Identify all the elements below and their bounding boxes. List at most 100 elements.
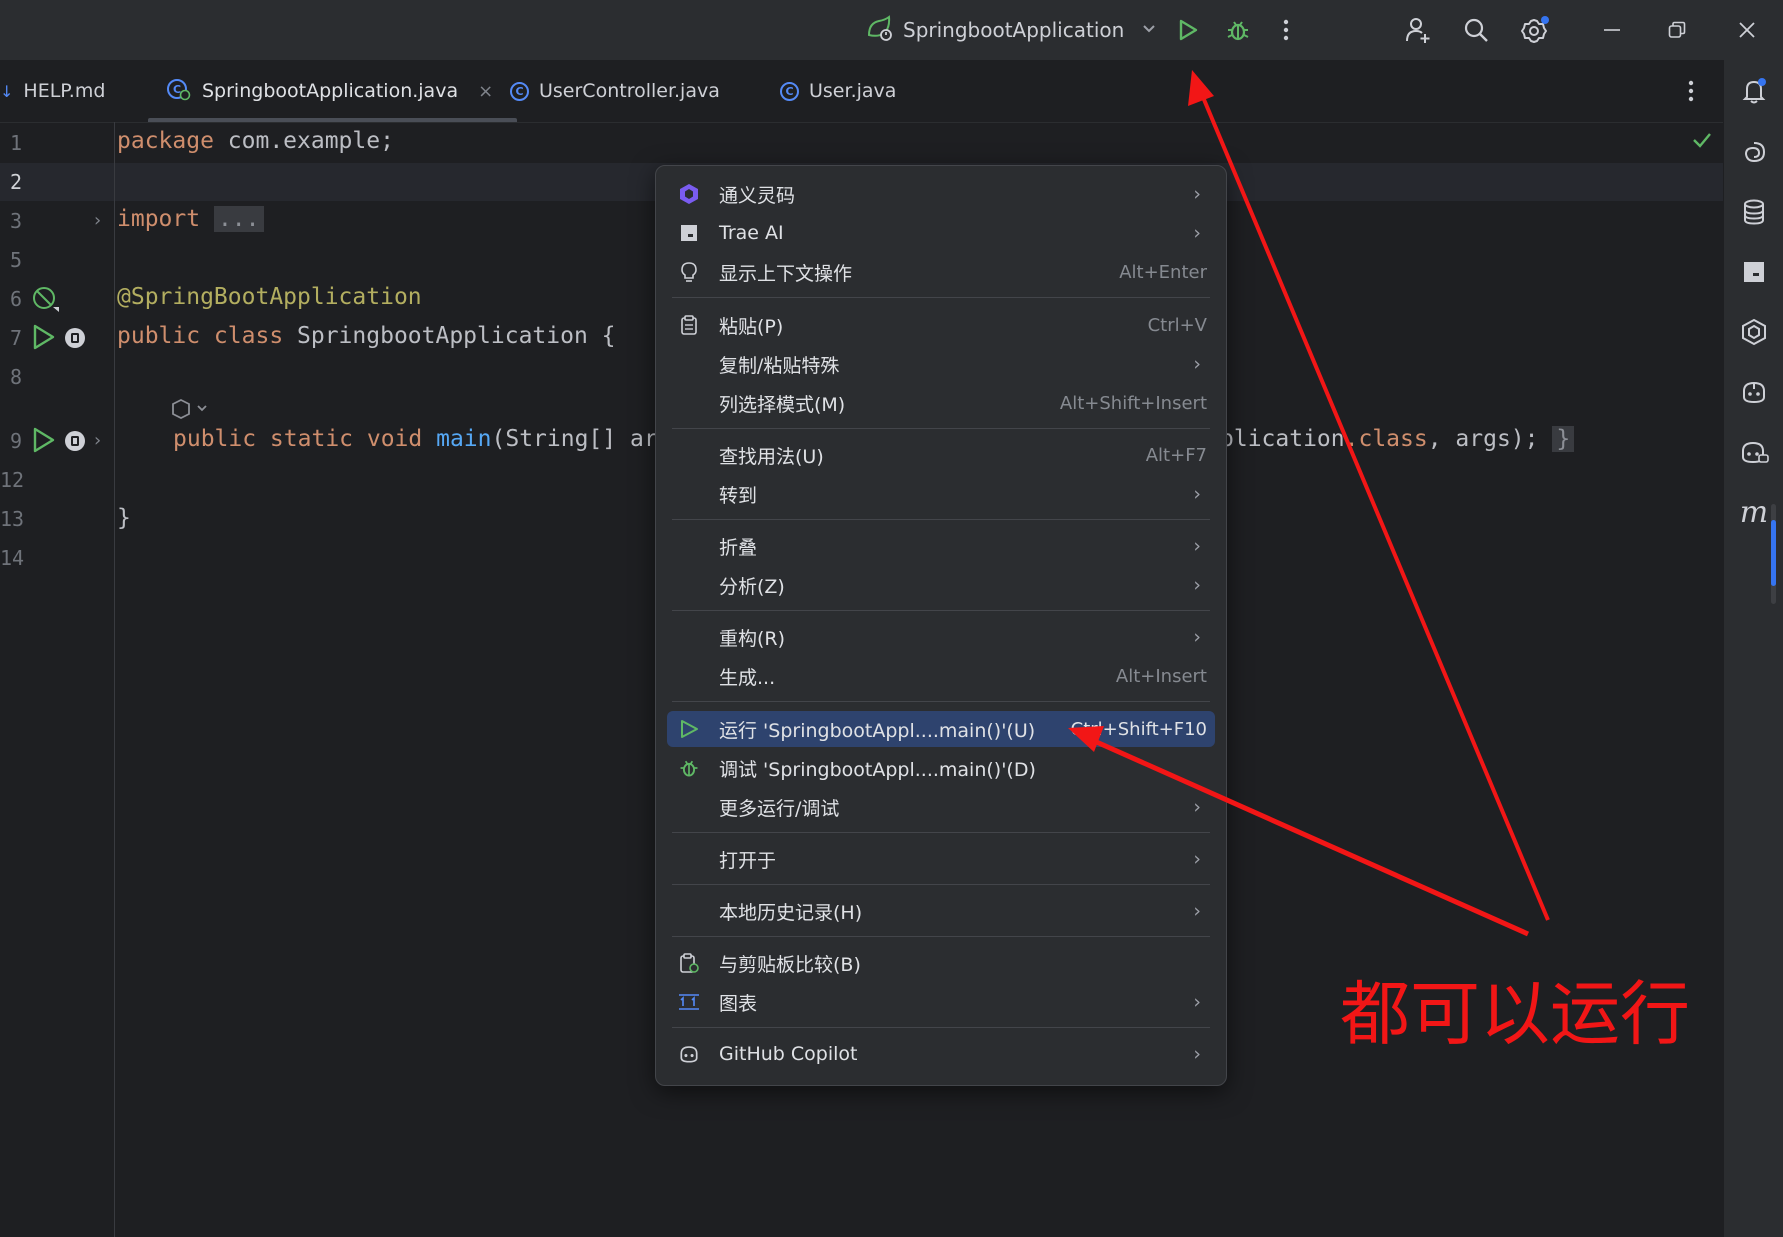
- menu-item-github-copilot[interactable]: GitHub Copilot ›: [667, 1036, 1215, 1072]
- gutter-stop-icon[interactable]: [63, 429, 87, 457]
- line-number: 5: [9, 248, 22, 272]
- line-number: 14: [0, 546, 25, 570]
- menu-separator: [672, 936, 1210, 937]
- menu-item-shortcut: Ctrl+Shift+F10: [1070, 718, 1207, 740]
- code-line-9[interactable]: public static void main(String[] ar: [173, 426, 658, 452]
- menu-item-trae-ai[interactable]: Trae AI ›: [667, 215, 1215, 251]
- menu-item-label: 粘贴(P): [719, 315, 784, 338]
- tongyi-icon: [678, 183, 700, 205]
- menu-item-folding[interactable]: 折叠 ›: [667, 528, 1215, 564]
- debug-button[interactable]: [1218, 0, 1258, 60]
- settings-icon[interactable]: [1515, 0, 1555, 60]
- copilot-chat-icon[interactable]: [1724, 432, 1783, 472]
- gutter-stop-icon[interactable]: [63, 326, 87, 354]
- code-text: plication: [1220, 426, 1345, 452]
- menu-item-local-history[interactable]: 本地历史记录(H) ›: [667, 893, 1215, 929]
- trae-icon[interactable]: [1724, 252, 1783, 292]
- code-line-3[interactable]: import ...: [117, 206, 264, 232]
- inlay-ai-icon[interactable]: [170, 398, 214, 424]
- gutter-run-icon[interactable]: [32, 324, 56, 354]
- compare-clipboard-icon: [678, 952, 700, 974]
- menu-item-label: 运行 'SpringbootAppl....main()'(U): [719, 719, 1036, 742]
- notifications-icon[interactable]: [1724, 71, 1783, 111]
- run-config-selector[interactable]: SpringbootApplication: [865, 0, 1156, 60]
- menu-item-generate[interactable]: 生成... Alt+Insert: [667, 658, 1215, 694]
- folded-body[interactable]: }: [1552, 426, 1575, 452]
- database-icon[interactable]: [1724, 192, 1783, 232]
- code-line-1[interactable]: package com.example;: [117, 128, 394, 154]
- restore-icon[interactable]: [1654, 0, 1700, 60]
- line-number: 12: [0, 468, 25, 492]
- line-number: 3: [9, 209, 22, 233]
- menu-separator: [672, 297, 1210, 298]
- tab-springboot-application[interactable]: C SpringbootApplication.java ×: [147, 60, 518, 122]
- search-icon[interactable]: [1456, 0, 1496, 60]
- tab-user-controller[interactable]: C UserController.java: [510, 60, 720, 122]
- code-text: com.example;: [213, 128, 394, 154]
- fold-expand-icon[interactable]: ›: [94, 210, 101, 231]
- markdown-icon: ↓: [0, 81, 14, 101]
- menu-item-label: GitHub Copilot: [719, 1043, 858, 1065]
- editor-tab-bar: ↓ HELP.md C SpringbootApplication.java ×…: [0, 60, 1723, 123]
- title-bar: SpringbootApplication: [0, 0, 1783, 60]
- menu-item-find-usages[interactable]: 查找用法(U) Alt+F7: [667, 437, 1215, 473]
- menu-item-label: 折叠: [719, 536, 758, 559]
- tab-help-md[interactable]: ↓ HELP.md: [0, 60, 105, 122]
- tongyi-icon[interactable]: [1724, 312, 1783, 352]
- menu-separator: [672, 610, 1210, 611]
- menu-item-goto[interactable]: 转到 ›: [667, 476, 1215, 512]
- line-number: 13: [0, 507, 25, 531]
- chevron-down-icon[interactable]: [1142, 22, 1156, 38]
- scrollbar-thumb[interactable]: [1771, 520, 1776, 586]
- no-problems-check-icon[interactable]: [1692, 131, 1712, 153]
- close-icon[interactable]: [1724, 0, 1770, 60]
- fold-expand-icon[interactable]: ›: [94, 430, 101, 451]
- menu-item-shortcut: Alt+F7: [1145, 444, 1207, 466]
- menu-item-shortcut: Alt+Enter: [1119, 261, 1207, 283]
- menu-item-show-context-actions[interactable]: 显示上下文操作 Alt+Enter: [667, 254, 1215, 290]
- code-keyword: .class: [1344, 426, 1428, 452]
- code-line-9-tail[interactable]: plication.class, args); }: [1220, 426, 1575, 452]
- submenu-arrow-icon: ›: [1193, 991, 1201, 1013]
- copilot-icon: [678, 1043, 700, 1065]
- tab-more-icon[interactable]: [1688, 60, 1694, 122]
- code-keyword: package: [117, 128, 214, 154]
- menu-item-open-in[interactable]: 打开于 ›: [667, 841, 1215, 877]
- spring-bean-icon[interactable]: [31, 285, 61, 317]
- menu-item-debug-main[interactable]: 调试 'SpringbootAppl....main()'(D): [667, 750, 1215, 786]
- code-keyword: public class: [117, 323, 284, 349]
- gutter-run-icon[interactable]: [32, 427, 56, 457]
- ai-assistant-icon[interactable]: [1724, 132, 1783, 172]
- code-line-13[interactable]: }: [117, 505, 131, 531]
- menu-item-analyze[interactable]: 分析(Z) ›: [667, 567, 1215, 603]
- menu-item-diagrams[interactable]: 图表 ›: [667, 984, 1215, 1020]
- run-config-icon: [865, 14, 893, 46]
- tab-label: UserController.java: [539, 80, 720, 102]
- run-button[interactable]: [1168, 0, 1208, 60]
- folded-imports[interactable]: ...: [213, 206, 264, 232]
- code-line-6[interactable]: @SpringBootApplication: [117, 284, 422, 310]
- code-line-7[interactable]: public class SpringbootApplication {: [117, 323, 616, 349]
- menu-item-label: 通义灵码: [719, 184, 796, 207]
- right-tool-strip: m: [1723, 60, 1783, 1237]
- more-vertical-icon[interactable]: [1270, 0, 1302, 60]
- menu-item-column-selection-mode[interactable]: 列选择模式(M) Alt+Shift+Insert: [667, 385, 1215, 421]
- menu-item-copy-paste-special[interactable]: 复制/粘贴特殊 ›: [667, 346, 1215, 382]
- class-icon: C: [510, 81, 529, 101]
- menu-item-tongyi[interactable]: 通义灵码 ›: [667, 176, 1215, 212]
- menu-item-refactor[interactable]: 重构(R) ›: [667, 619, 1215, 655]
- menu-item-run-main[interactable]: 运行 'SpringbootAppl....main()'(U) Ctrl+Sh…: [667, 711, 1215, 747]
- editor-context-menu: 通义灵码 › Trae AI › 显示上下文操作 Alt+Enter 粘贴(P)…: [655, 165, 1227, 1086]
- menu-item-label: 查找用法(U): [719, 445, 824, 468]
- copilot-icon[interactable]: [1724, 372, 1783, 412]
- add-user-icon[interactable]: [1398, 0, 1438, 60]
- menu-item-more-run-debug[interactable]: 更多运行/调试 ›: [667, 789, 1215, 825]
- tab-close-icon[interactable]: ×: [478, 81, 493, 102]
- tab-user-java[interactable]: C User.java: [780, 60, 896, 122]
- menu-item-compare-clipboard[interactable]: 与剪贴板比较(B): [667, 945, 1215, 981]
- code-text: SpringbootApplication {: [283, 323, 616, 349]
- line-number: 1: [9, 131, 22, 155]
- minimize-icon[interactable]: [1589, 0, 1635, 60]
- menu-item-paste[interactable]: 粘贴(P) Ctrl+V: [667, 307, 1215, 343]
- menu-separator: [672, 832, 1210, 833]
